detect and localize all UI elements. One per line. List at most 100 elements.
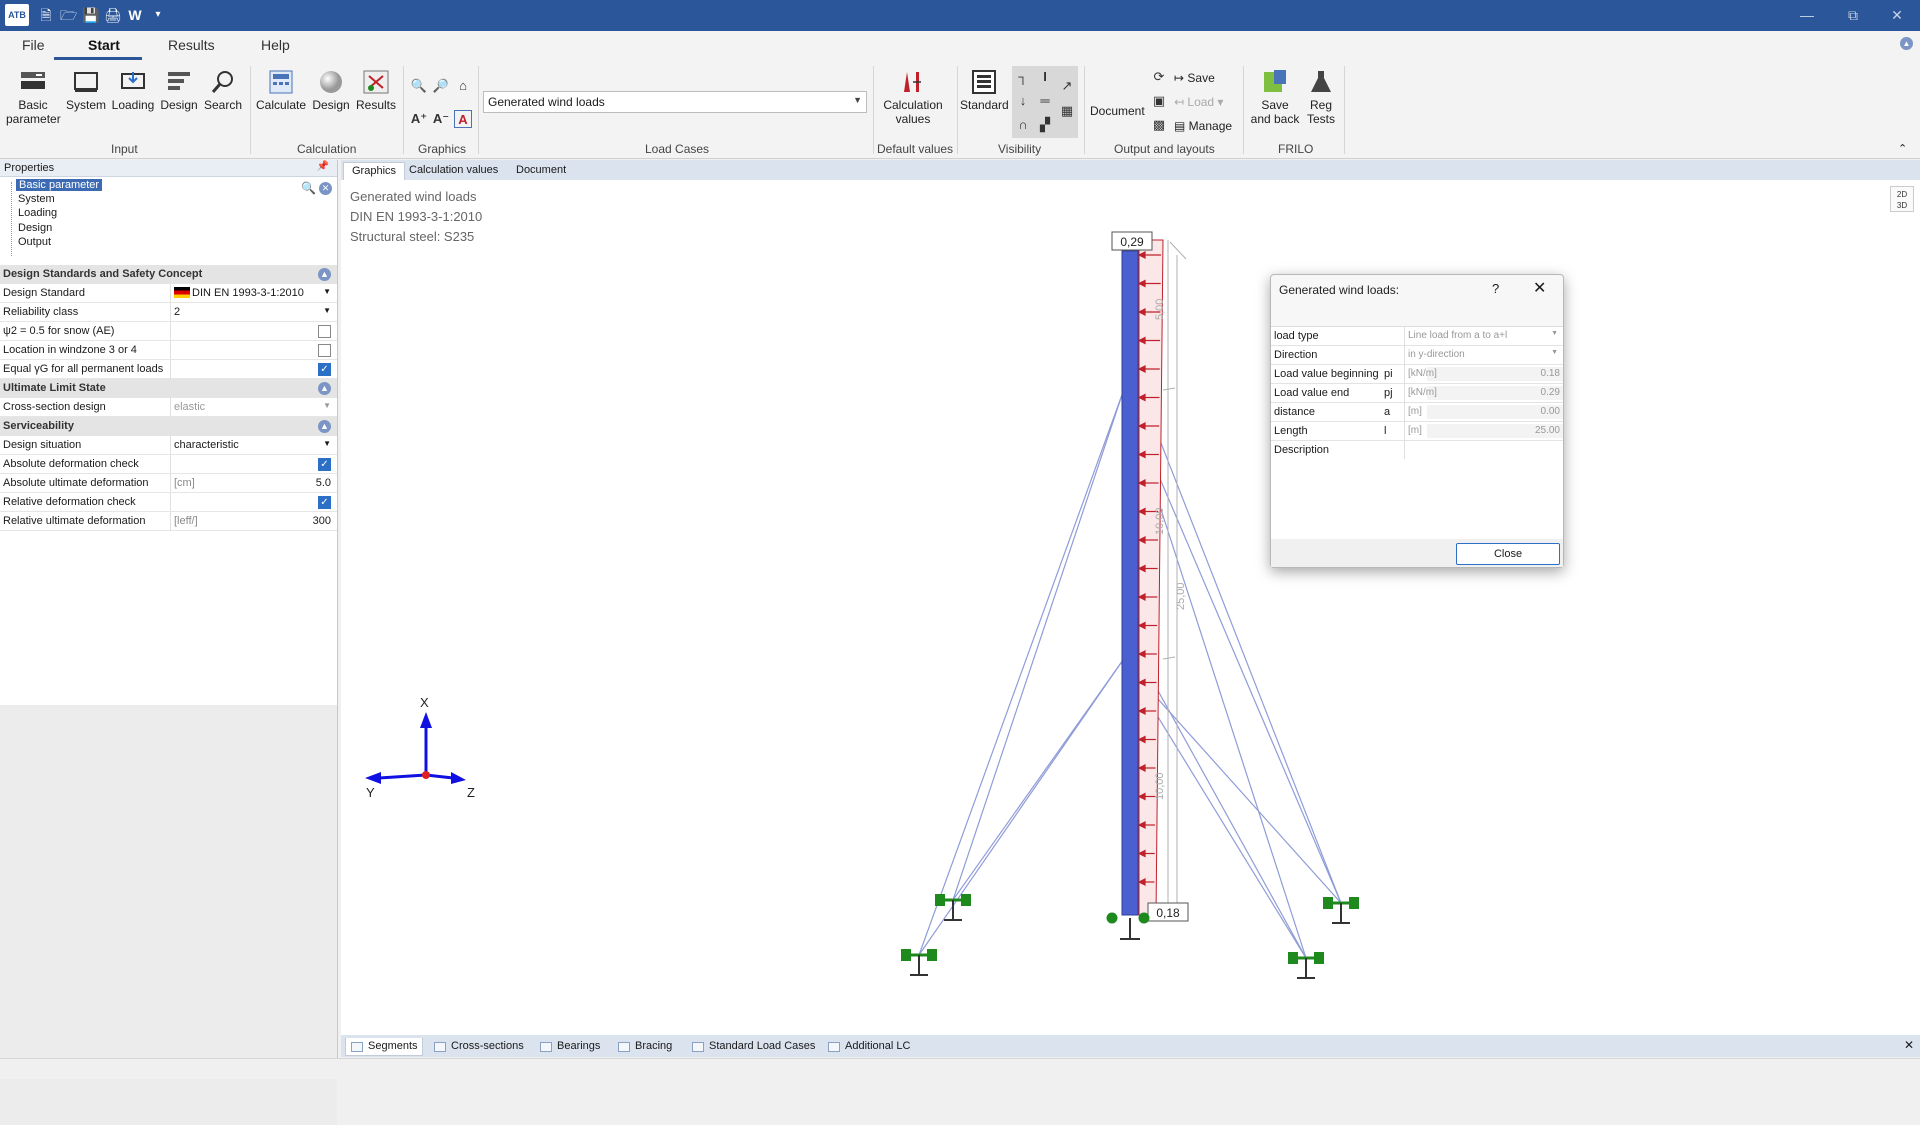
ribbon-info-icon[interactable]: ▲ xyxy=(1900,37,1913,50)
graphics-canvas[interactable]: Generated wind loads DIN EN 1993-3-1:201… xyxy=(341,180,1920,1035)
standard-view-button[interactable]: Standard xyxy=(960,68,1009,112)
dialog-row-value-field[interactable]: Line load from a to a+l ▼ xyxy=(1404,327,1563,345)
pin-icon[interactable]: 📌 xyxy=(317,161,329,172)
psi2-snow-cell xyxy=(170,322,337,340)
search-button[interactable]: Search xyxy=(202,68,244,112)
tree-item-system[interactable]: System xyxy=(18,193,55,205)
font-color-icon[interactable]: A xyxy=(454,110,472,128)
close-window-icon[interactable]: ✕ xyxy=(1874,0,1920,31)
restore-icon[interactable]: ⧉ xyxy=(1830,0,1876,31)
collapse-tree-icon[interactable]: ✕ xyxy=(319,182,332,195)
collapse-ribbon-icon[interactable]: ⌃ xyxy=(1898,142,1907,155)
axis-visibility-icon[interactable]: ↗ xyxy=(1058,77,1076,95)
support-visibility-icon[interactable]: ∩ xyxy=(1014,116,1032,134)
tree-item-design[interactable]: Design xyxy=(18,222,52,234)
save-layout-button[interactable]: ↦ Save xyxy=(1174,71,1215,85)
dialog-row-value-field[interactable] xyxy=(1404,441,1563,459)
font-decrease-icon[interactable]: A⁻ xyxy=(432,110,450,128)
cable-visibility-icon[interactable]: ═ xyxy=(1036,92,1054,110)
abs-ultimate-deformation-input[interactable]: [cm] 5.0 xyxy=(170,474,337,492)
design-standard-select[interactable]: DIN EN 1993-3-1:2010 ▼ xyxy=(170,284,337,302)
layout-icon[interactable]: ▣ xyxy=(1150,92,1168,110)
tab-file[interactable]: File xyxy=(22,37,45,53)
help-icon[interactable]: ? xyxy=(1492,281,1499,296)
design-calc-button[interactable]: Design xyxy=(310,68,352,112)
manage-layout-button[interactable]: ▤ Manage xyxy=(1174,119,1232,133)
reliability-class-select[interactable]: 2 ▼ xyxy=(170,303,337,321)
load-case-select[interactable]: Generated wind loads ▼ xyxy=(483,91,867,113)
tab-bracing[interactable]: Bracing xyxy=(613,1038,676,1056)
refresh-icon[interactable]: ⟳ xyxy=(1150,68,1168,86)
document-button[interactable]: Document xyxy=(1090,104,1145,118)
calculate-button[interactable]: Calculate xyxy=(254,68,308,112)
tab-calculation-values[interactable]: Calculation values xyxy=(401,162,506,180)
tree-item-output[interactable]: Output xyxy=(18,236,51,248)
load-layout-button[interactable]: ↤ Load ▾ xyxy=(1174,95,1223,109)
close-icon[interactable]: ✕ xyxy=(1904,1038,1914,1052)
tab-start[interactable]: Start xyxy=(88,37,120,53)
rel-deformation-check-cell: ✓ xyxy=(170,493,337,511)
system-button[interactable]: System xyxy=(64,68,108,112)
tab-graphics[interactable]: Graphics xyxy=(343,162,406,180)
tree-item-loading[interactable]: Loading xyxy=(18,207,57,219)
loading-button[interactable]: Loading xyxy=(110,68,156,112)
section-uls[interactable]: Ultimate Limit State ▲ xyxy=(0,379,337,398)
open-folder-icon[interactable]: 🗁 xyxy=(60,7,77,23)
dialog-close-button[interactable]: Close xyxy=(1456,543,1560,565)
home-view-icon[interactable]: ⌂ xyxy=(454,77,472,95)
section-serviceability[interactable]: Serviceability ▲ xyxy=(0,417,337,436)
dialog-row-value-field[interactable]: [m] 25.00 xyxy=(1404,422,1563,440)
bar-visibility-icon[interactable]: ▞ xyxy=(1036,116,1054,134)
tree-item-basic-parameter[interactable]: Basic parameter xyxy=(16,179,103,191)
calculation-values-button[interactable]: Calculation values xyxy=(879,68,947,126)
reg-tests-button[interactable]: Reg Tests xyxy=(1304,68,1338,126)
collapse-icon[interactable]: ▲ xyxy=(318,268,331,281)
dialog-row-value-field[interactable]: [kN/m] 0.18 xyxy=(1404,365,1563,383)
export-layout-icon[interactable]: ▩ xyxy=(1150,116,1168,134)
design-situation-select[interactable]: characteristic ▼ xyxy=(170,436,337,454)
rel-deformation-checkbox[interactable]: ✓ xyxy=(318,496,331,509)
equal-yg-checkbox[interactable]: ✓ xyxy=(318,363,331,376)
design-input-button[interactable]: Design xyxy=(158,68,200,112)
abs-deformation-checkbox[interactable]: ✓ xyxy=(318,458,331,471)
load-visibility-icon[interactable]: ↓ xyxy=(1014,92,1032,110)
windzone-checkbox[interactable] xyxy=(318,344,331,357)
dialog-row-value-field[interactable]: [kN/m] 0.29 xyxy=(1404,384,1563,402)
dimension-visibility-icon[interactable]: I xyxy=(1036,68,1054,86)
save-and-back-button[interactable]: Save and back xyxy=(1248,68,1302,126)
collapse-icon[interactable]: ▲ xyxy=(318,382,331,395)
zoom-in-icon[interactable]: 🔍 xyxy=(410,77,428,95)
new-file-icon[interactable]: 🗎 xyxy=(38,7,54,23)
zoom-window-icon[interactable]: 🔎 xyxy=(432,77,450,95)
font-increase-icon[interactable]: A⁺ xyxy=(410,110,428,128)
section-design-standards[interactable]: Design Standards and Safety Concept ▲ xyxy=(0,265,337,284)
close-icon[interactable]: ✕ xyxy=(1533,278,1546,298)
psi2-snow-checkbox[interactable] xyxy=(318,325,331,338)
minimize-icon[interactable]: — xyxy=(1784,0,1830,31)
save-icon[interactable]: 💾 xyxy=(82,7,99,23)
cross-section-design-select[interactable]: elastic ▼ xyxy=(170,398,337,416)
tab-bearings[interactable]: Bearings xyxy=(535,1038,604,1056)
basic-parameter-button[interactable]: Basic parameter xyxy=(6,68,61,126)
rel-deformation-check-label: Relative deformation check xyxy=(3,496,136,508)
print-icon[interactable]: 🖨 xyxy=(104,7,122,23)
rel-ultimate-deformation-input[interactable]: [leff/] 300 xyxy=(170,512,337,530)
tab-help[interactable]: Help xyxy=(261,37,290,53)
results-button[interactable]: Results xyxy=(354,68,398,112)
tab-results[interactable]: Results xyxy=(168,37,215,53)
tab-document[interactable]: Document xyxy=(508,162,574,180)
search-icon[interactable]: 🔍 xyxy=(301,181,316,195)
customize-icon[interactable]: ▾ xyxy=(150,7,166,23)
navigation-tree: Basic parameter System Loading Design Ou… xyxy=(0,177,337,265)
segment-visibility-icon[interactable]: ┐ xyxy=(1014,68,1032,86)
tab-standard-load-cases[interactable]: Standard Load Cases xyxy=(687,1038,819,1056)
tab-cross-sections[interactable]: Cross-sections xyxy=(429,1038,528,1056)
dialog-row-value-field[interactable]: [m] 0.00 xyxy=(1404,403,1563,421)
word-export-icon[interactable]: W xyxy=(127,7,143,23)
dialog-row-value-field[interactable]: in y-direction ▼ xyxy=(1404,346,1563,364)
label-visibility-icon[interactable]: ▦ xyxy=(1058,102,1076,120)
abs-deformation-check-cell: ✓ xyxy=(170,455,337,473)
collapse-icon[interactable]: ▲ xyxy=(318,420,331,433)
tab-segments[interactable]: Segments xyxy=(345,1038,423,1056)
tab-additional-lc[interactable]: Additional LC xyxy=(823,1038,914,1056)
